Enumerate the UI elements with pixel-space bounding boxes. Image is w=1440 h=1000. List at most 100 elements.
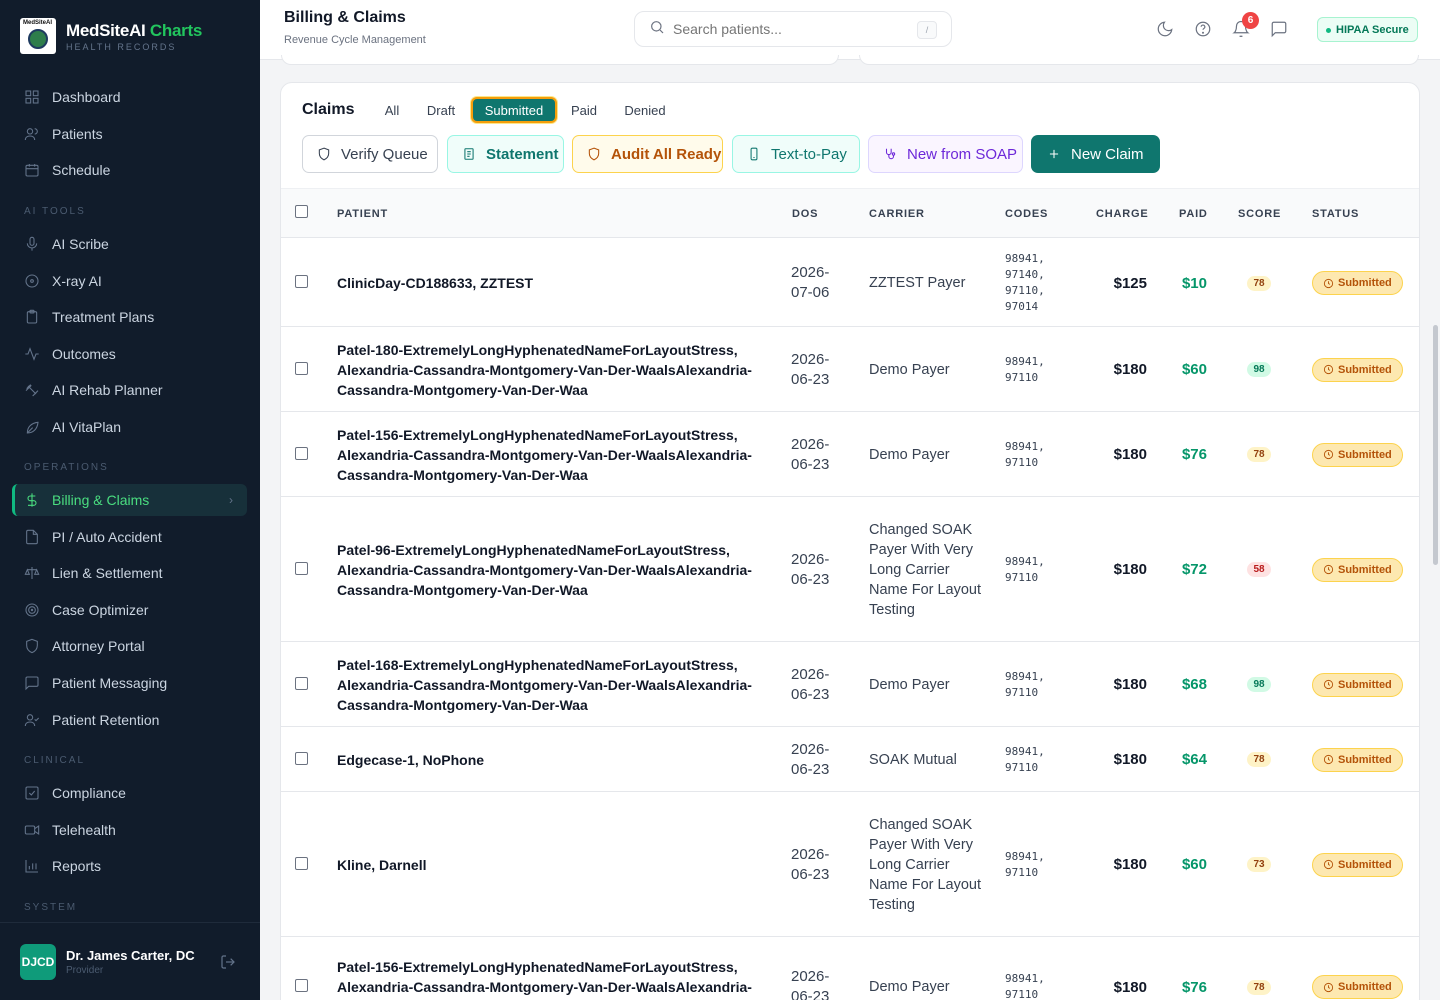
sidebar-item-outcomes[interactable]: Outcomes [12, 338, 247, 370]
tab-draft[interactable]: Draft [423, 97, 459, 123]
patient-name[interactable]: Patel-168-ExtremelyLongHyphenatedNameFor… [337, 655, 777, 715]
col-charge[interactable]: CHARGE [1096, 208, 1148, 220]
patient-name[interactable]: Patel-96-ExtremelyLongHyphenatedNameForL… [337, 540, 777, 600]
verify-queue-button[interactable]: Verify Queue [302, 135, 438, 173]
status-badge[interactable]: Submitted [1312, 271, 1403, 295]
patient-name[interactable]: Patel-180-ExtremelyLongHyphenatedNameFor… [337, 340, 777, 400]
scrollbar[interactable] [1433, 325, 1438, 565]
row-checkbox[interactable] [295, 561, 308, 575]
sidebar-item-telehealth[interactable]: Telehealth [12, 814, 247, 846]
status-badge[interactable]: Submitted [1312, 672, 1403, 697]
new-claim-button[interactable]: New Claim [1031, 135, 1160, 173]
chat-icon[interactable] [1270, 20, 1288, 38]
patient-name[interactable]: Kline, Darnell [337, 855, 426, 875]
score-badge: 78 [1247, 752, 1271, 767]
table-row[interactable]: Kline, Darnell 2026-06-23 Changed SOAK Pay… [281, 792, 1419, 937]
paid-amount: $64 [1181, 751, 1207, 768]
row-checkbox[interactable] [295, 676, 308, 690]
mic-icon [24, 236, 40, 252]
bar-chart-icon [24, 858, 40, 874]
sidebar-item-patients[interactable]: Patients [12, 118, 247, 150]
status-badge[interactable]: Submitted [1312, 557, 1403, 582]
row-checkbox[interactable] [295, 361, 308, 375]
sidebar-item-ai-vitaplan[interactable]: AI VitaPlan [12, 411, 247, 443]
sidebar-item-treatment-plans[interactable]: Treatment Plans [12, 301, 247, 333]
tab-paid[interactable]: Paid [569, 97, 599, 123]
table-row[interactable]: Patel-96-ExtremelyLongHyphenatedNameForL… [281, 497, 1419, 642]
sidebar-item-attorney-portal[interactable]: Attorney Portal [12, 630, 247, 662]
status-badge[interactable]: Submitted [1312, 852, 1403, 877]
brand[interactable]: MedSiteAI MedSiteAI Charts HEALTH RECORD… [20, 18, 202, 54]
sidebar-item-ai-scribe[interactable]: AI Scribe [12, 228, 247, 260]
charge-amount: $180 [1113, 561, 1147, 578]
search-input[interactable] [673, 21, 903, 37]
top-header: Billing & Claims Revenue Cycle Managemen… [260, 0, 1440, 60]
sidebar-item-reports[interactable]: Reports [12, 850, 247, 882]
help-icon[interactable] [1194, 20, 1212, 38]
col-status[interactable]: STATUS [1312, 208, 1359, 220]
score-badge: 73 [1247, 857, 1271, 872]
select-all-checkbox[interactable] [295, 205, 308, 218]
search-bar[interactable]: / [634, 11, 952, 47]
sidebar-item-compliance[interactable]: Compliance [12, 777, 247, 809]
col-carrier[interactable]: CARRIER [869, 208, 925, 220]
tab-all[interactable]: All [379, 97, 405, 123]
row-checkbox[interactable] [295, 856, 308, 870]
sidebar-item-pi-auto-accident[interactable]: PI / Auto Accident [12, 521, 247, 553]
col-paid[interactable]: PAID [1179, 208, 1208, 220]
grid-icon [24, 89, 40, 105]
sidebar-item-label: Schedule [52, 162, 111, 179]
scan-icon [24, 273, 40, 289]
col-dos[interactable]: DOS [792, 208, 818, 220]
patient-name[interactable]: Patel-156-ExtremelyLongHyphenatedNameFor… [337, 957, 777, 1000]
patient-name[interactable]: Patel-156-ExtremelyLongHyphenatedNameFor… [337, 425, 777, 485]
user-profile[interactable]: DJCD Dr. James Carter, DC Provider [0, 922, 260, 1000]
logout-icon[interactable] [220, 954, 236, 970]
status-badge[interactable]: Submitted [1312, 975, 1403, 999]
sidebar-item-label: AI VitaPlan [52, 419, 122, 435]
sidebar-item-lien-settlement[interactable]: Lien & Settlement [12, 557, 247, 589]
sidebar-item-schedule[interactable]: Schedule [12, 154, 247, 186]
row-checkbox[interactable] [295, 751, 308, 765]
sidebar-item-dashboard[interactable]: Dashboard [12, 81, 247, 113]
sidebar-item-ai-rehab-planner[interactable]: AI Rehab Planner [12, 374, 247, 406]
statement-button[interactable]: Statement [447, 135, 564, 173]
audit-all-ready-button[interactable]: Audit All Ready [572, 135, 723, 173]
dollar-icon [24, 492, 40, 508]
new-from-soap-button[interactable]: New from SOAP [868, 135, 1023, 173]
table-row[interactable]: Patel-156-ExtremelyLongHyphenatedNameFor… [281, 412, 1419, 497]
col-score[interactable]: SCORE [1238, 208, 1281, 220]
table-row[interactable]: Patel-168-ExtremelyLongHyphenatedNameFor… [281, 642, 1419, 727]
charge-amount: $125 [1113, 274, 1147, 292]
table-row[interactable]: Edgecase-1, NoPhone 2026-06-23 SOAK Mutual… [281, 727, 1419, 792]
tab-submitted[interactable]: Submitted [471, 97, 557, 123]
stethoscope-icon [885, 148, 896, 160]
row-checkbox[interactable] [295, 275, 308, 288]
status-badge[interactable]: Submitted [1312, 357, 1403, 382]
text-to-pay-button[interactable]: Text-to-Pay [732, 135, 860, 173]
text-to-pay-label: Text-to-Pay [771, 145, 847, 163]
sidebar-item-x-ray-ai[interactable]: X-ray AI [12, 265, 247, 297]
col-patient[interactable]: PATIENT [337, 208, 388, 220]
chevron-right-icon: › [229, 493, 233, 507]
tab-denied[interactable]: Denied [621, 97, 669, 123]
col-codes[interactable]: CODES [1005, 208, 1048, 220]
sidebar-item-billing-claims[interactable]: Billing & Claims › [12, 484, 247, 516]
table-row[interactable]: Patel-156-ExtremelyLongHyphenatedNameFor… [281, 937, 1419, 1000]
moon-icon[interactable] [1156, 20, 1174, 38]
patient-name[interactable]: Edgecase-1, NoPhone [337, 750, 484, 770]
patient-name[interactable]: ClinicDay-CD188633, ZZTEST [337, 273, 533, 293]
status-badge[interactable]: Submitted [1312, 747, 1403, 772]
status-label: Submitted [1338, 753, 1392, 766]
sidebar-item-patient-messaging[interactable]: Patient Messaging [12, 667, 247, 699]
table-row[interactable]: ClinicDay-CD188633, ZZTEST 2026-07-06 ZZTE… [281, 239, 1419, 327]
paid-amount: $76 [1181, 446, 1207, 463]
sidebar-item-case-optimizer[interactable]: Case Optimizer [12, 594, 247, 626]
status-badge[interactable]: Submitted [1312, 442, 1403, 467]
summary-card-right [859, 55, 1419, 65]
sidebar-item-patient-retention[interactable]: Patient Retention [12, 704, 247, 736]
table-row[interactable]: Patel-180-ExtremelyLongHyphenatedNameFor… [281, 327, 1419, 412]
row-checkbox[interactable] [295, 446, 308, 460]
sidebar-item-label: Telehealth [52, 821, 116, 838]
row-checkbox[interactable] [295, 979, 308, 992]
